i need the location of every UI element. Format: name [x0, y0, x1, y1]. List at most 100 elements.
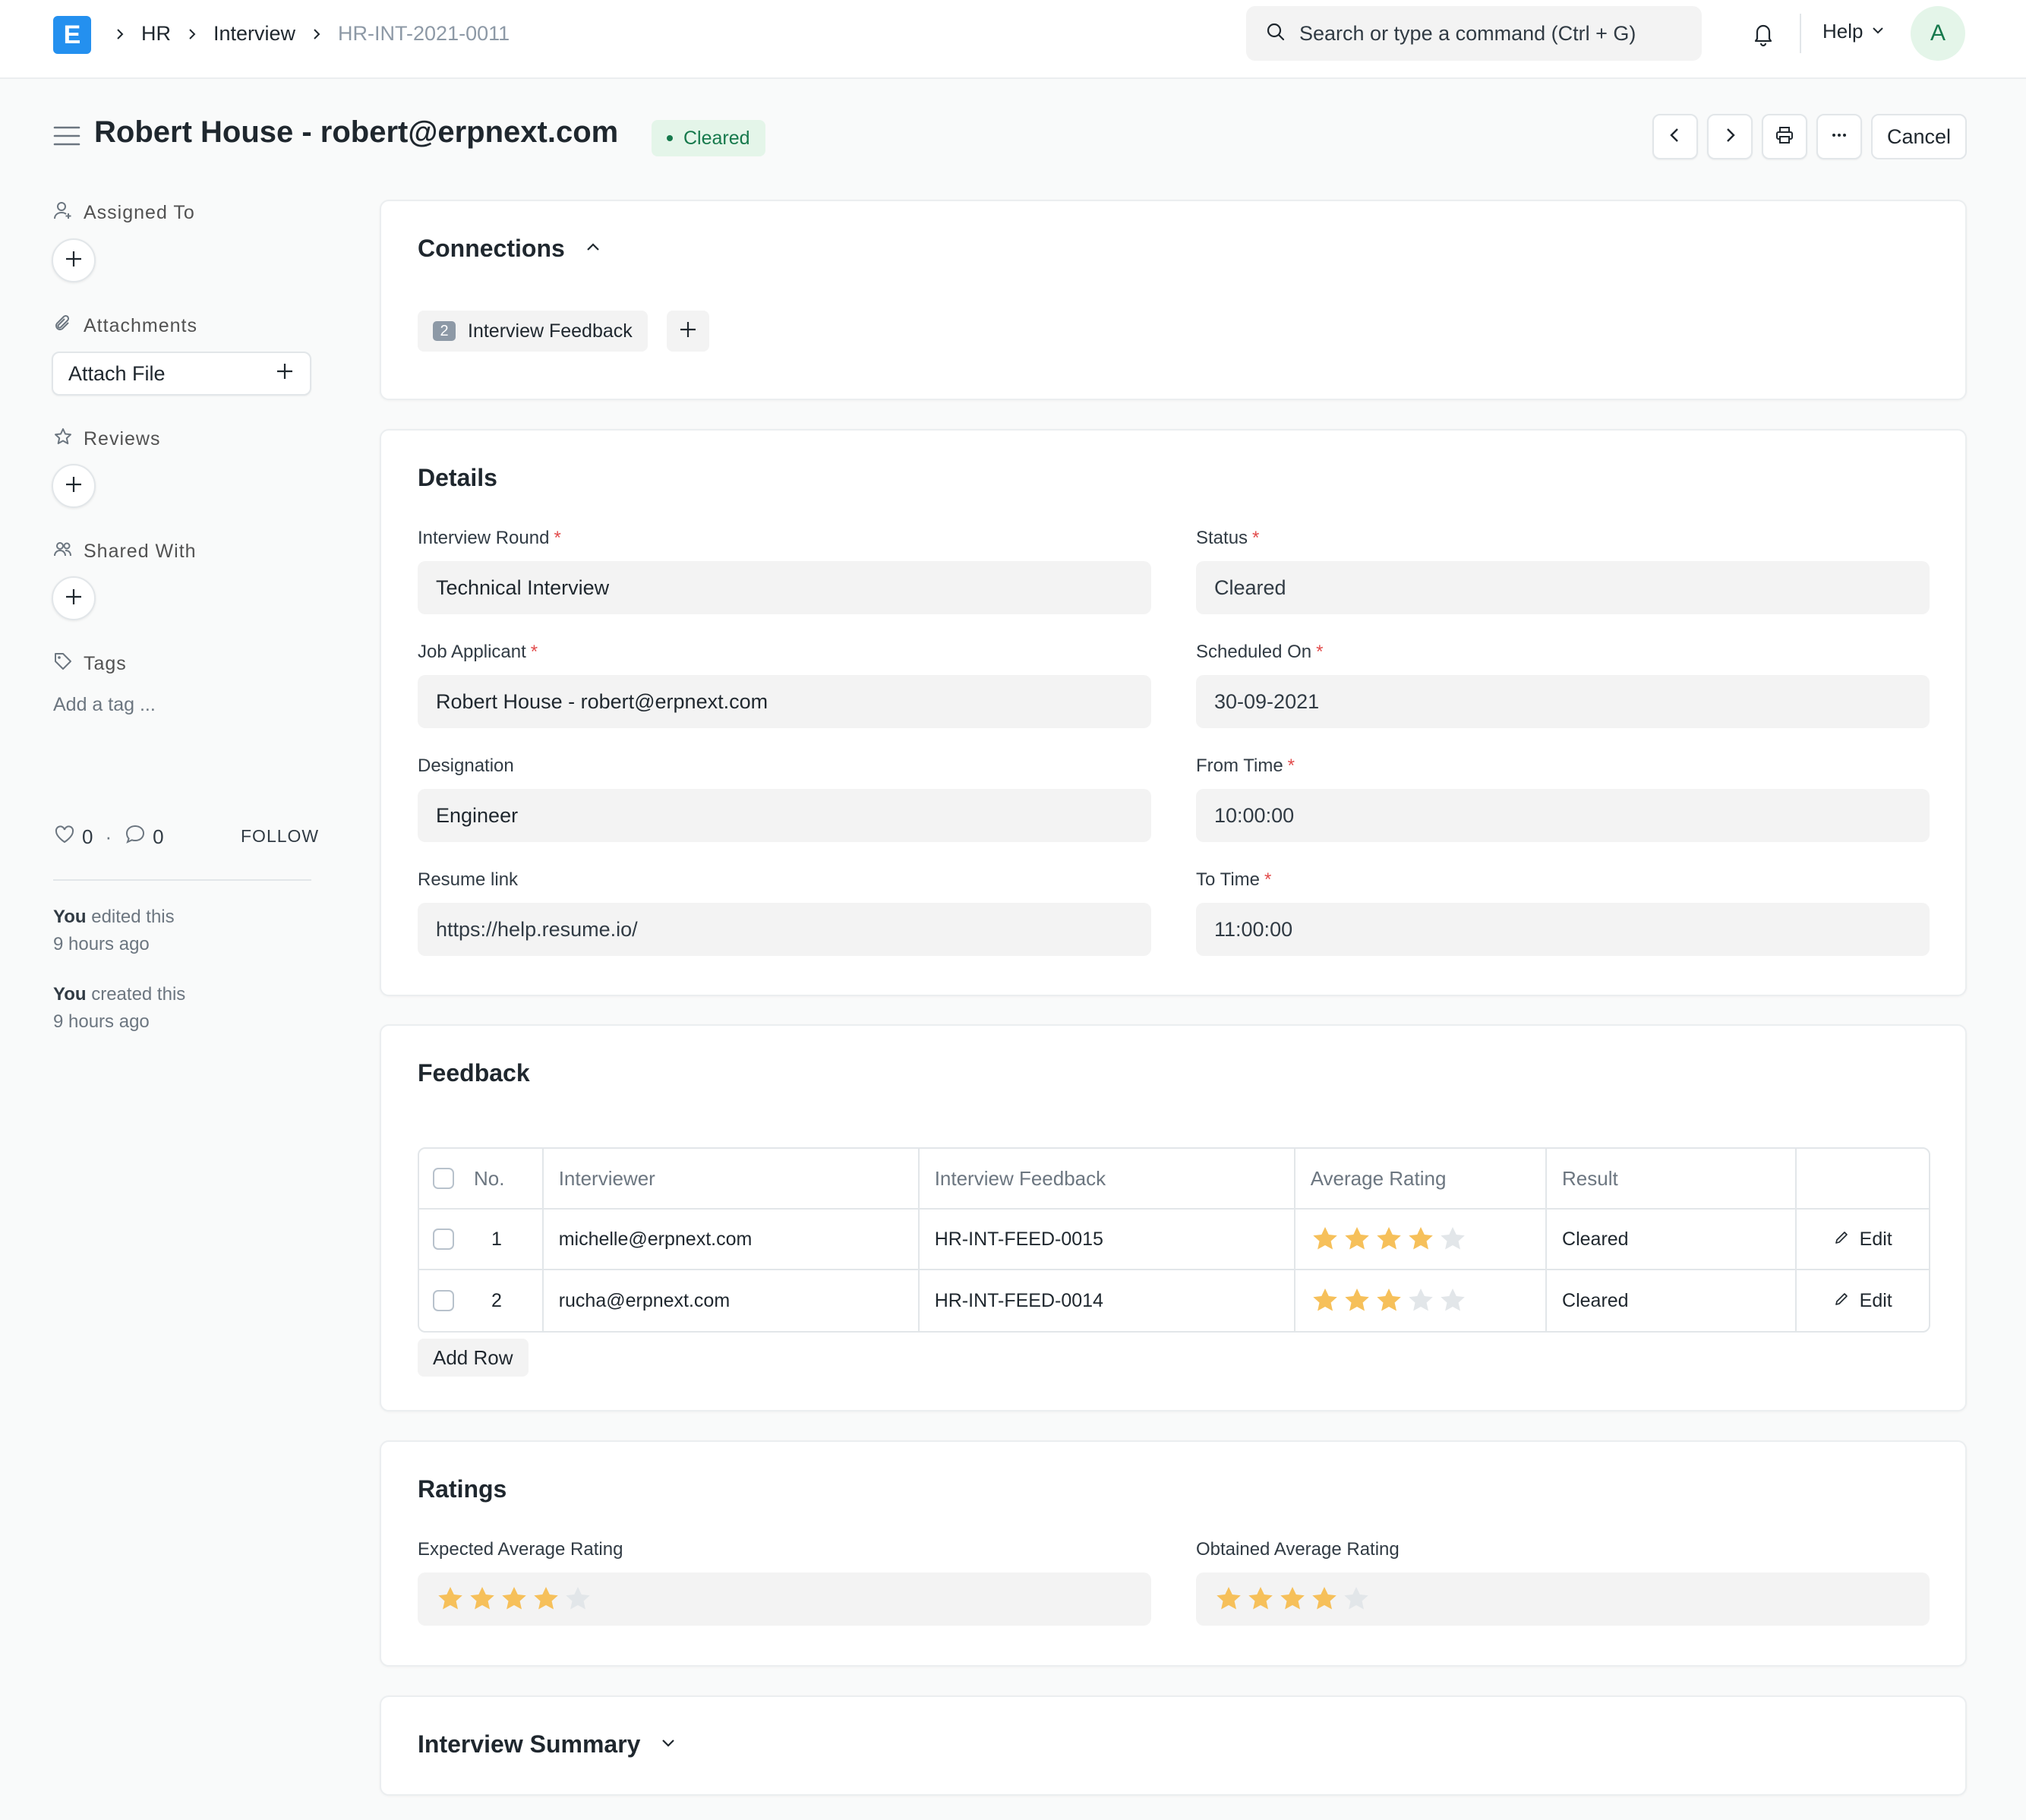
- edit-row-button[interactable]: Edit: [1834, 1290, 1892, 1312]
- select-all-checkbox[interactable]: [433, 1168, 454, 1189]
- row-checkbox[interactable]: [433, 1229, 454, 1250]
- breadcrumb-hr[interactable]: HR: [134, 22, 178, 46]
- paperclip-icon: [53, 314, 73, 339]
- search-bar[interactable]: [1246, 6, 1702, 61]
- breadcrumb-current: HR-INT-2021-0011: [338, 21, 510, 45]
- star-filled-icon[interactable]: [1310, 1585, 1339, 1613]
- app-logo[interactable]: E: [53, 16, 91, 54]
- result-cell[interactable]: Cleared: [1547, 1210, 1797, 1269]
- scheduled-on-field[interactable]: 30-09-2021: [1196, 675, 1930, 728]
- star-filled-icon[interactable]: [1374, 1225, 1403, 1254]
- sidebar-toggle-icon[interactable]: [53, 125, 80, 147]
- attachments-label: Attachments: [53, 314, 197, 339]
- required-marker: *: [1252, 528, 1260, 548]
- connections-title: Connections: [418, 235, 565, 262]
- interview-summary-header[interactable]: Interview Summary: [418, 1730, 678, 1758]
- help-dropdown[interactable]: Help: [1822, 20, 1886, 43]
- avatar[interactable]: A: [1911, 6, 1965, 61]
- star-filled-icon[interactable]: [1374, 1286, 1403, 1315]
- next-button[interactable]: [1707, 114, 1753, 159]
- add-tag-link[interactable]: Add a tag ...: [53, 694, 156, 716]
- edit-row-button[interactable]: Edit: [1834, 1229, 1892, 1251]
- column-header: Average Rating: [1295, 1149, 1548, 1208]
- star-filled-icon[interactable]: [1343, 1286, 1371, 1315]
- interview-round-field[interactable]: Technical Interview: [418, 561, 1151, 614]
- status-field[interactable]: Cleared: [1196, 561, 1930, 614]
- row-number: 1: [491, 1228, 502, 1250]
- star-empty-icon[interactable]: [1406, 1286, 1435, 1315]
- designation-field[interactable]: Engineer: [418, 789, 1151, 842]
- required-marker: *: [1287, 755, 1295, 776]
- star-rating: [436, 1585, 592, 1613]
- breadcrumb: HR Interview HR-INT-2021-0011: [106, 18, 517, 49]
- rating-cell[interactable]: [1295, 1270, 1548, 1331]
- job-applicant-field[interactable]: Robert House - robert@erpnext.com: [418, 675, 1151, 728]
- status-badge: Cleared: [652, 120, 765, 156]
- result-cell[interactable]: Cleared: [1547, 1270, 1797, 1331]
- star-filled-icon[interactable]: [1343, 1225, 1371, 1254]
- star-empty-icon[interactable]: [1342, 1585, 1371, 1613]
- comment-icon[interactable]: [124, 823, 147, 851]
- star-filled-icon[interactable]: [500, 1585, 529, 1613]
- table-row[interactable]: 1 michelle@erpnext.com HR-INT-FEED-0015 …: [419, 1210, 1929, 1270]
- attach-file-button[interactable]: Attach File: [52, 352, 311, 396]
- feedback-cell[interactable]: HR-INT-FEED-0015: [920, 1210, 1295, 1269]
- add-connection-button[interactable]: [667, 311, 709, 352]
- ellipsis-icon: [1829, 125, 1849, 149]
- edit-cell: Edit: [1797, 1270, 1929, 1331]
- star-filled-icon[interactable]: [1311, 1286, 1340, 1315]
- resume-link-field[interactable]: https://help.resume.io/: [418, 903, 1151, 956]
- interviewer-cell[interactable]: rucha@erpnext.com: [544, 1270, 920, 1331]
- connections-card: Connections 2 Interview Feedback: [380, 200, 1967, 400]
- attachments-text: Attachments: [84, 315, 197, 336]
- table-row[interactable]: 2 rucha@erpnext.com HR-INT-FEED-0014 Cle…: [419, 1270, 1929, 1331]
- follow-button[interactable]: FOLLOW: [241, 826, 319, 847]
- add-assignment-button[interactable]: [52, 238, 96, 282]
- search-input[interactable]: [1299, 21, 1694, 46]
- star-filled-icon[interactable]: [436, 1585, 465, 1613]
- expected-rating-field[interactable]: [418, 1572, 1151, 1626]
- divider: [53, 879, 311, 881]
- heart-icon[interactable]: [53, 823, 76, 851]
- add-row-button[interactable]: Add Row: [418, 1339, 529, 1377]
- breadcrumb-interview[interactable]: Interview: [206, 22, 303, 46]
- designation-label: Designation: [418, 755, 514, 776]
- interview-feedback-connection[interactable]: 2 Interview Feedback: [418, 311, 648, 352]
- cancel-button[interactable]: Cancel: [1871, 114, 1967, 159]
- star-empty-icon[interactable]: [563, 1585, 592, 1613]
- star-filled-icon[interactable]: [1214, 1585, 1243, 1613]
- star-rating: [1311, 1286, 1467, 1315]
- previous-button[interactable]: [1652, 114, 1698, 159]
- star-outline-icon: [53, 427, 73, 452]
- connections-header[interactable]: Connections: [418, 235, 603, 263]
- rating-cell[interactable]: [1295, 1210, 1548, 1269]
- add-review-button[interactable]: [52, 464, 96, 508]
- more-menu-button[interactable]: [1816, 114, 1862, 159]
- star-filled-icon[interactable]: [468, 1585, 497, 1613]
- job-applicant-label: Job Applicant *: [418, 642, 538, 663]
- star-filled-icon[interactable]: [1246, 1585, 1275, 1613]
- star-empty-icon[interactable]: [1438, 1225, 1467, 1254]
- star-filled-icon[interactable]: [532, 1585, 560, 1613]
- from-time-field[interactable]: 10:00:00: [1196, 789, 1930, 842]
- row-checkbox[interactable]: [433, 1290, 454, 1311]
- bell-icon[interactable]: [1748, 18, 1778, 49]
- feedback-cell[interactable]: HR-INT-FEED-0014: [920, 1270, 1295, 1331]
- details-card: Details Interview Round * Technical Inter…: [380, 429, 1967, 996]
- to-time-field[interactable]: 11:00:00: [1196, 903, 1930, 956]
- required-marker: *: [1264, 869, 1272, 890]
- star-filled-icon[interactable]: [1278, 1585, 1307, 1613]
- interviewer-cell[interactable]: michelle@erpnext.com: [544, 1210, 920, 1269]
- star-filled-icon[interactable]: [1406, 1225, 1435, 1254]
- add-share-button[interactable]: [52, 576, 96, 620]
- plus-icon: [64, 475, 84, 498]
- pencil-icon: [1834, 1229, 1849, 1251]
- shared-with-label: Shared With: [53, 539, 197, 564]
- plus-icon: [64, 587, 84, 610]
- star-filled-icon[interactable]: [1311, 1225, 1340, 1254]
- print-button[interactable]: [1762, 114, 1807, 159]
- chevron-right-icon: [303, 22, 330, 46]
- star-empty-icon[interactable]: [1438, 1286, 1467, 1315]
- reviews-text: Reviews: [84, 428, 161, 449]
- obtained-rating-field[interactable]: [1196, 1572, 1930, 1626]
